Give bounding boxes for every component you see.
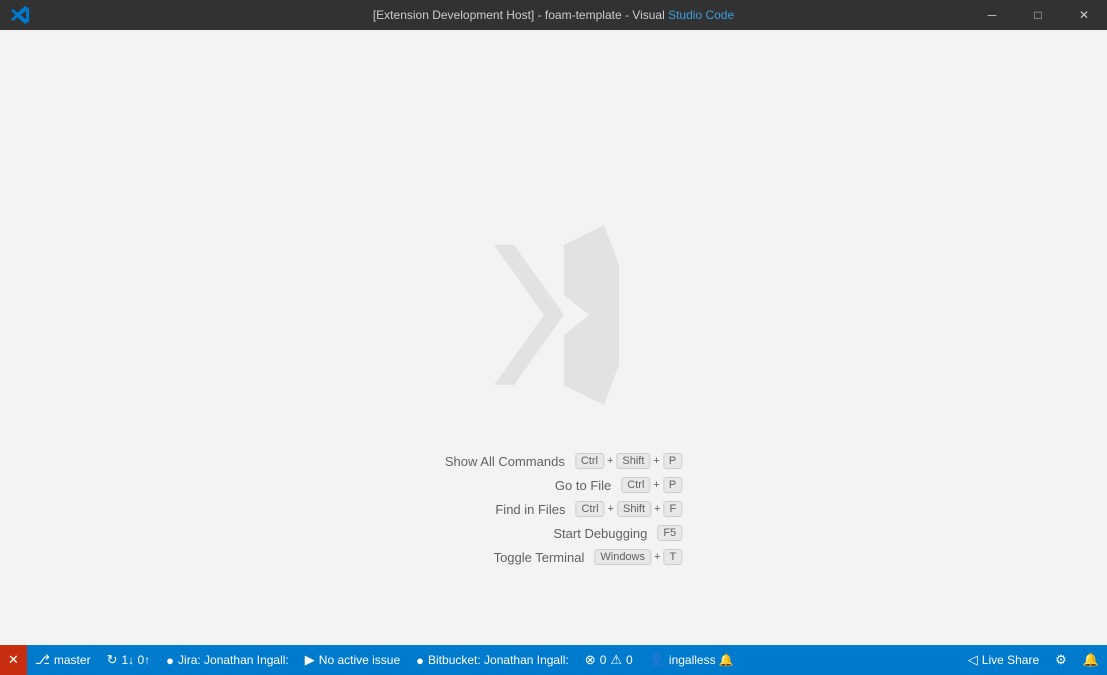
warning-icon: ⚠: [610, 652, 622, 668]
jira-label: Jira: Jonathan Ingall:: [178, 653, 289, 667]
status-errors[interactable]: ⊗ 0 ⚠ 0: [577, 645, 641, 675]
user-icon: 👤: [649, 652, 665, 668]
error-icon: ⊗: [585, 652, 596, 668]
window-title: [Extension Development Host] - foam-temp…: [373, 8, 734, 22]
live-share-label: Live Share: [982, 653, 1039, 667]
user-label: ingalless 🔔: [669, 653, 734, 667]
commands-area: Show All Commands Ctrl + Shift + P Go to…: [425, 453, 682, 565]
git-sync-icon: ↻: [107, 652, 118, 668]
cmd-keys-1: Ctrl + P: [621, 477, 682, 493]
bitbucket-icon: ●: [416, 653, 424, 668]
watermark-logo: [454, 215, 654, 420]
close-button[interactable]: ✕: [1061, 0, 1107, 30]
status-active-issue[interactable]: ▶ No active issue: [297, 645, 408, 675]
vscode-logo-icon: [10, 5, 30, 25]
command-find-in-files: Find in Files Ctrl + Shift + F: [425, 501, 682, 517]
minimize-button[interactable]: ─: [969, 0, 1015, 30]
command-toggle-terminal: Toggle Terminal Windows + T: [444, 549, 682, 565]
cmd-label-2: Find in Files: [425, 502, 565, 517]
cmd-label-3: Start Debugging: [507, 526, 647, 541]
status-git-branch[interactable]: ⎇ master: [27, 645, 99, 675]
ext-host-icon: ✕: [8, 652, 19, 668]
status-jira[interactable]: ● Jira: Jonathan Ingall:: [158, 645, 297, 675]
status-bell[interactable]: 🔔: [1075, 645, 1107, 675]
status-user[interactable]: 👤 ingalless 🔔: [641, 645, 742, 675]
command-go-to-file: Go to File Ctrl + P: [471, 477, 682, 493]
title-bar: [Extension Development Host] - foam-temp…: [0, 0, 1107, 30]
bell-icon: 🔔: [1083, 652, 1099, 668]
cmd-keys-4: Windows + T: [594, 549, 682, 565]
cmd-label-0: Show All Commands: [425, 454, 565, 469]
maximize-button[interactable]: □: [1015, 0, 1061, 30]
git-branch-label: master: [54, 653, 91, 667]
status-git-sync[interactable]: ↻ 1↓ 0↑: [99, 645, 159, 675]
status-ext-host[interactable]: ✕: [0, 645, 27, 675]
cmd-keys-0: Ctrl + Shift + P: [575, 453, 682, 469]
cmd-label-4: Toggle Terminal: [444, 550, 584, 565]
git-sync-label: 1↓ 0↑: [121, 653, 150, 667]
status-bar-right: ◁ Live Share ⚙ 🔔: [960, 645, 1107, 675]
status-bar: ✕ ⎇ master ↻ 1↓ 0↑ ● Jira: Jonathan Inga…: [0, 645, 1107, 675]
cmd-keys-3: F5: [657, 525, 682, 541]
active-issue-label: No active issue: [319, 653, 400, 667]
bitbucket-label: Bitbucket: Jonathan Ingall:: [428, 653, 569, 667]
error-count: 0: [600, 653, 607, 667]
cmd-label-1: Go to File: [471, 478, 611, 493]
cmd-keys-2: Ctrl + Shift + F: [575, 501, 682, 517]
window-controls: ─ □ ✕: [969, 0, 1107, 30]
command-show-all: Show All Commands Ctrl + Shift + P: [425, 453, 682, 469]
warning-count: 0: [626, 653, 633, 667]
status-remote[interactable]: ⚙: [1047, 645, 1075, 675]
remote-icon: ⚙: [1055, 652, 1067, 668]
status-bitbucket[interactable]: ● Bitbucket: Jonathan Ingall:: [408, 645, 577, 675]
active-issue-icon: ▶: [305, 652, 315, 668]
status-live-share[interactable]: ◁ Live Share: [960, 645, 1047, 675]
git-branch-icon: ⎇: [35, 652, 50, 668]
main-content: Show All Commands Ctrl + Shift + P Go to…: [0, 30, 1107, 645]
command-start-debugging: Start Debugging F5: [507, 525, 682, 541]
live-share-icon: ◁: [968, 652, 978, 668]
jira-icon: ●: [166, 653, 174, 668]
